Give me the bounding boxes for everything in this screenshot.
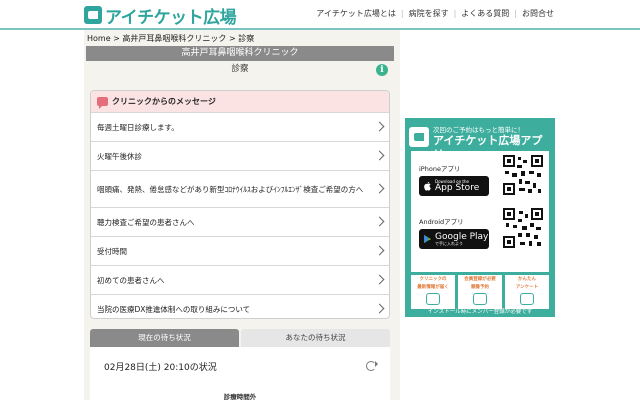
feature-text: クリニックの (419, 277, 447, 282)
ad-download-panel: iPhoneアプリ Download on the App Store Andr… (411, 151, 549, 272)
message-item[interactable]: 咽頭痛、発熱、倦怠感などがあり新型ｺﾛﾅｳｲﾙｽおよびｲﾝﾌﾙｴﾝｻﾞ検査ご希望… (91, 170, 389, 207)
feature-text: かんたん (518, 277, 536, 282)
status-timestamp: 02月28日(土) 20:10の状況 (104, 363, 217, 373)
gift-icon (520, 293, 534, 305)
site-header: アイチケット広場 アイチケット広場とは | 病院を探す | よくある質問 | お… (0, 0, 640, 30)
message-item[interactable]: 火曜午後休診 (91, 141, 389, 170)
feature-news: クリニックの 最新情報が届く (411, 275, 455, 309)
wait-status-panel: 02月28日(土) 20:10の状況 診療時間外 (90, 347, 390, 400)
apple-icon (424, 181, 431, 191)
message-item[interactable]: 受付時間 (91, 236, 389, 265)
message-item-label: 受付時間 (97, 246, 127, 256)
ticket-logo-icon (84, 6, 102, 24)
app-store-button[interactable]: Download on the App Store (419, 176, 489, 196)
clinic-messages-card: クリニックからのメッセージ 毎週土曜日診療します。 火曜午後休診 咽頭痛、発熱、… (90, 90, 390, 319)
chevron-right-icon (374, 150, 385, 161)
message-item-label: 毎週土曜日診療します。 (97, 122, 179, 132)
messages-header: クリニックからのメッセージ (91, 91, 389, 112)
nav-link-faq[interactable]: よくある質問 (461, 8, 509, 19)
nav-link-about[interactable]: アイチケット広場とは (316, 8, 396, 19)
nav-separator: | (453, 9, 457, 18)
breadcrumb-home[interactable]: Home (87, 34, 111, 43)
google-play-text: Google Play で手に入れよう (435, 232, 488, 246)
message-item[interactable]: 初めての患者さんへ (91, 265, 389, 294)
feature-text: 会員登録が必要 (464, 277, 496, 282)
feature-text: アンケート (515, 285, 539, 290)
message-item-label: 火曜午後休診 (97, 151, 142, 161)
breadcrumb-current: 診察 (238, 34, 255, 43)
status-subtext: 診療時間外 (223, 393, 257, 400)
message-item[interactable]: 聴力検査ご希望の患者さんへ (91, 207, 389, 236)
speech-bubble-icon (97, 97, 108, 109)
stethoscope-icon (473, 293, 487, 305)
refresh-icon[interactable] (366, 361, 378, 371)
message-item-label: 初めての患者さんへ (97, 275, 165, 285)
tab-your-status[interactable]: あなたの待ち状況 (241, 329, 390, 347)
app-store-text: Download on the App Store (435, 179, 480, 193)
ad-subtitle: 次回のご予約はもっと簡単に！ (432, 126, 524, 134)
ad-footer-note: インストール時にメンバー登録が必要です (427, 309, 533, 315)
clinic-name-bar: 高井戸耳鼻咽喉科クリニック (86, 46, 394, 61)
breadcrumb-separator: > (228, 34, 239, 43)
messages-header-label: クリニックからのメッセージ (112, 97, 216, 106)
app-logo-icon (409, 127, 429, 147)
chevron-right-icon (374, 216, 385, 227)
message-item[interactable]: 毎週土曜日診療します。 (91, 112, 389, 141)
site-logo[interactable]: アイチケット広場 (84, 4, 237, 28)
logo-text: アイチケット広場 (105, 7, 237, 28)
google-play-small: で手に入れよう (435, 240, 463, 246)
google-play-icon (424, 234, 431, 244)
message-item-label: 咽頭痛、発熱、倦怠感などがあり新型ｺﾛﾅｳｲﾙｽおよびｲﾝﾌﾙｴﾝｻﾞ検査ご希望… (97, 184, 364, 194)
qr-code-icon (503, 155, 543, 195)
chevron-right-icon (374, 183, 385, 194)
feature-text: 最新情報が届く (417, 285, 449, 290)
feature-reservation: 会員登録が必要 順番予約 (458, 275, 502, 309)
breadcrumb-clinic[interactable]: 高井戸耳鼻咽喉科クリニック (122, 34, 226, 43)
nav-link-search[interactable]: 病院を探す (409, 8, 449, 19)
nav-separator: | (400, 9, 404, 18)
section-title: 診察 (86, 62, 394, 76)
chevron-right-icon (374, 303, 385, 314)
info-icon[interactable]: i (376, 64, 388, 76)
app-promo-ad[interactable]: i 次回のご予約はもっと簡単に！ アイチケット広場アプリ iPhoneアプリ D… (405, 118, 555, 317)
tab-current-status[interactable]: 現在の待ち状況 (90, 329, 239, 347)
app-store-big: App Store (435, 182, 480, 193)
android-label: Androidアプリ (419, 218, 464, 226)
message-item[interactable]: 当院の医療DX推進体制への取り組みについて (91, 294, 389, 318)
feature-text: 順番予約 (471, 285, 489, 290)
qr-code-icon (503, 208, 543, 248)
chevron-right-icon (374, 121, 385, 132)
feature-survey: かんたん アンケート (505, 275, 549, 309)
iphone-label: iPhoneアプリ (419, 165, 461, 173)
breadcrumb: Home > 高井戸耳鼻咽喉科クリニック > 診察 (87, 33, 254, 44)
chevron-right-icon (374, 245, 385, 256)
ad-features: クリニックの 最新情報が届く 会員登録が必要 順番予約 かんたん アンケート (411, 275, 549, 309)
chat-bubble-icon (426, 293, 440, 305)
google-play-button[interactable]: Google Play で手に入れよう (419, 229, 489, 249)
nav-separator: | (514, 9, 517, 18)
chevron-right-icon (374, 274, 385, 285)
top-nav: アイチケット広場とは | 病院を探す | よくある質問 | お問合せ (316, 8, 554, 19)
nav-link-contact[interactable]: お問合せ (522, 8, 554, 19)
wait-status-tabs: 現在の待ち状況 あなたの待ち状況 (90, 329, 390, 347)
message-item-label: 当院の医療DX推進体制への取り組みについて (97, 304, 251, 314)
message-item-label: 聴力検査ご希望の患者さんへ (97, 217, 195, 227)
